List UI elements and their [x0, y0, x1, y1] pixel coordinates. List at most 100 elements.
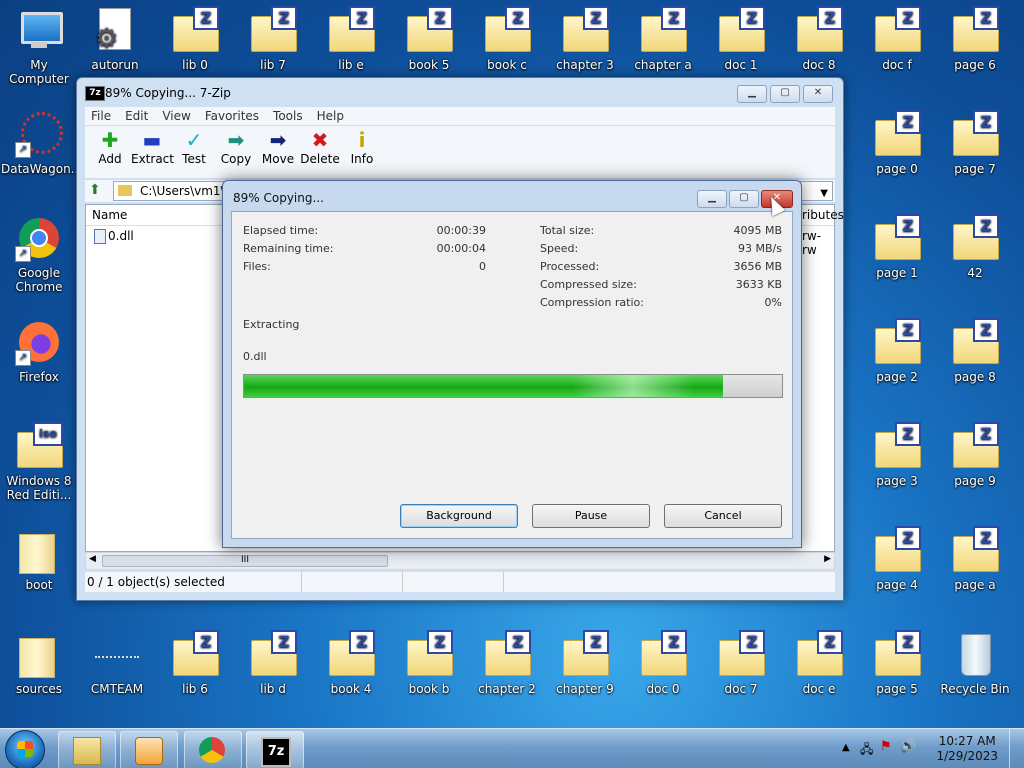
- desktop-icon-page-2[interactable]: Zpage 2: [859, 312, 935, 408]
- menu-favorites[interactable]: Favorites: [205, 107, 259, 125]
- desktop-icon-doc-e[interactable]: Zdoc e: [781, 624, 857, 720]
- desktop-icon-page-9[interactable]: Zpage 9: [937, 416, 1013, 512]
- main-window-caption-buttons: ▁ ▢ ✕: [737, 85, 833, 103]
- system-tray: ▲ 🖧 ⚑ 🔊 10:27 AM 1/29/2023: [834, 729, 1024, 768]
- zip-file-icon: Z: [171, 630, 219, 678]
- zip-file-icon: Z: [717, 6, 765, 54]
- pause-button[interactable]: Pause: [532, 504, 650, 528]
- file-attributes: rw-rw: [802, 229, 822, 257]
- taskbar-7zip[interactable]: 7z: [246, 731, 304, 768]
- taskbar: 7z ▲ 🖧 ⚑ 🔊 10:27 AM 1/29/2023: [0, 728, 1024, 768]
- desktop-icon-page-3[interactable]: Zpage 3: [859, 416, 935, 512]
- desktop-icon-google-chrome[interactable]: ↗ Google Chrome: [1, 208, 77, 304]
- desktop-icon-page-7[interactable]: Zpage 7: [937, 104, 1013, 200]
- info-button[interactable]: i Info: [341, 126, 383, 178]
- desktop-icon-label: book 5: [408, 58, 450, 72]
- desktop-icon-page-4[interactable]: Zpage 4: [859, 520, 935, 616]
- dialog-maximize-button[interactable]: ▢: [729, 190, 759, 208]
- chevron-up-icon[interactable]: ▲: [842, 742, 850, 753]
- desktop-icon-firefox[interactable]: ↗ Firefox: [1, 312, 77, 408]
- background-button[interactable]: Background: [400, 504, 518, 528]
- horizontal-scrollbar[interactable]: ◀ III ▶: [85, 552, 835, 570]
- maximize-button[interactable]: ▢: [770, 85, 800, 103]
- main-window-titlebar[interactable]: 7z 89% Copying... 7-Zip: [77, 78, 843, 108]
- progress-dialog-title[interactable]: 89% Copying...: [233, 191, 324, 205]
- up-folder-icon[interactable]: ⬆: [89, 182, 107, 200]
- desktop-icon-label: doc 1: [724, 58, 758, 72]
- desktop-icon-doc-0[interactable]: Zdoc 0: [625, 624, 701, 720]
- desktop-icon-page-a[interactable]: Zpage a: [937, 520, 1013, 616]
- desktop-icon-windows-8-red-editi-[interactable]: iso Windows 8 Red Editi...: [1, 416, 77, 512]
- desktop-icon-book-b[interactable]: Zbook b: [391, 624, 467, 720]
- desktop-icon-boot[interactable]: boot: [1, 520, 77, 616]
- stat-value: 3656 MB: [733, 260, 782, 273]
- move-icon: ➡: [269, 128, 287, 152]
- extract-button[interactable]: ▬ Extract: [131, 126, 174, 178]
- desktop-icon-my-computer[interactable]: My Computer: [1, 0, 77, 96]
- taskbar-chrome[interactable]: [184, 731, 242, 768]
- taskbar-media-player[interactable]: [120, 731, 178, 768]
- stat-label: Remaining time:: [243, 242, 334, 255]
- scroll-left-icon[interactable]: ◀: [89, 554, 96, 564]
- zip-file-icon: Z: [717, 630, 765, 678]
- column-attributes-header[interactable]: ributes: [802, 208, 844, 222]
- file-name: 0.dll: [108, 229, 134, 243]
- desktop-icon-page-1[interactable]: Zpage 1: [859, 208, 935, 304]
- toolbar-label: Test: [182, 152, 206, 166]
- chevron-down-icon[interactable]: ▼: [820, 185, 828, 203]
- desktop-icon-doc-7[interactable]: Zdoc 7: [703, 624, 779, 720]
- cancel-button[interactable]: Cancel: [664, 504, 782, 528]
- taskbar-explorer[interactable]: [58, 731, 116, 768]
- desktop-icon-recycle-bin[interactable]: Recycle Bin: [937, 624, 1013, 720]
- desktop-icon-lib-6[interactable]: Zlib 6: [157, 624, 233, 720]
- clock[interactable]: 10:27 AM 1/29/2023: [936, 734, 998, 764]
- desktop-icon-sources[interactable]: sources: [1, 624, 77, 720]
- desktop-icon-page-5[interactable]: Zpage 5: [859, 624, 935, 720]
- desktop-icon-label: My Computer: [9, 58, 69, 86]
- desktop-icon-chapter-9[interactable]: Zchapter 9: [547, 624, 623, 720]
- status-selected: 0 / 1 object(s) selected: [85, 572, 302, 592]
- add-button[interactable]: ✚ Add: [89, 126, 131, 178]
- dialog-minimize-button[interactable]: ▁: [697, 190, 727, 208]
- action-center-icon[interactable]: ⚑: [880, 739, 892, 754]
- desktop-icon-42[interactable]: Z 42: [937, 208, 1013, 304]
- move-button[interactable]: ➡ Move: [257, 126, 299, 178]
- menu-help[interactable]: Help: [317, 107, 344, 125]
- zip-file-icon: Z: [951, 110, 999, 158]
- toolbar-label: Move: [261, 152, 295, 166]
- test-button[interactable]: ✓ Test: [173, 126, 215, 178]
- address-text: C:\Users\vm1\D: [140, 184, 234, 198]
- menu-edit[interactable]: Edit: [125, 107, 148, 125]
- network-icon[interactable]: 🖧: [860, 740, 873, 761]
- show-desktop-button[interactable]: [1009, 729, 1024, 768]
- volume-icon[interactable]: 🔊: [900, 739, 916, 754]
- start-button[interactable]: [5, 730, 45, 768]
- desktop-icon-book-4[interactable]: Zbook 4: [313, 624, 389, 720]
- menu-file[interactable]: File: [91, 107, 111, 125]
- desktop-icon-page-0[interactable]: Zpage 0: [859, 104, 935, 200]
- stat-label: Processed:: [540, 260, 600, 273]
- zip-file-icon: Z: [873, 526, 921, 574]
- desktop-icon-page-8[interactable]: Zpage 8: [937, 312, 1013, 408]
- desktop-icon-label: boot: [25, 578, 53, 592]
- stat-label: Total size:: [540, 224, 595, 237]
- desktop-icon-chapter-2[interactable]: Zchapter 2: [469, 624, 545, 720]
- desktop-icon-page-6[interactable]: Zpage 6: [937, 0, 1013, 96]
- close-button[interactable]: ✕: [803, 85, 833, 103]
- desktop-icon-datawagon-[interactable]: ↗ DataWagon...: [1, 104, 82, 200]
- copy-button[interactable]: ➡ Copy: [215, 126, 257, 178]
- menu-bar: File Edit View Favorites Tools Help: [85, 107, 835, 125]
- scroll-right-icon[interactable]: ▶: [824, 554, 831, 564]
- stat-value: 4095 MB: [733, 224, 782, 237]
- delete-button[interactable]: ✖ Delete: [299, 126, 341, 178]
- desktop-icon-cmteam[interactable]: CMTEAM: [79, 624, 155, 720]
- menu-view[interactable]: View: [162, 107, 190, 125]
- menu-tools[interactable]: Tools: [273, 107, 303, 125]
- explorer-folder-icon: [73, 737, 101, 765]
- desktop-icon-doc-f[interactable]: Zdoc f: [859, 0, 935, 96]
- cmteam-icon: [93, 630, 141, 678]
- minimize-button[interactable]: ▁: [737, 85, 767, 103]
- column-name-header[interactable]: Name: [92, 208, 127, 222]
- desktop-icon-lib-d[interactable]: Zlib d: [235, 624, 311, 720]
- scrollbar-thumb[interactable]: III: [102, 555, 388, 567]
